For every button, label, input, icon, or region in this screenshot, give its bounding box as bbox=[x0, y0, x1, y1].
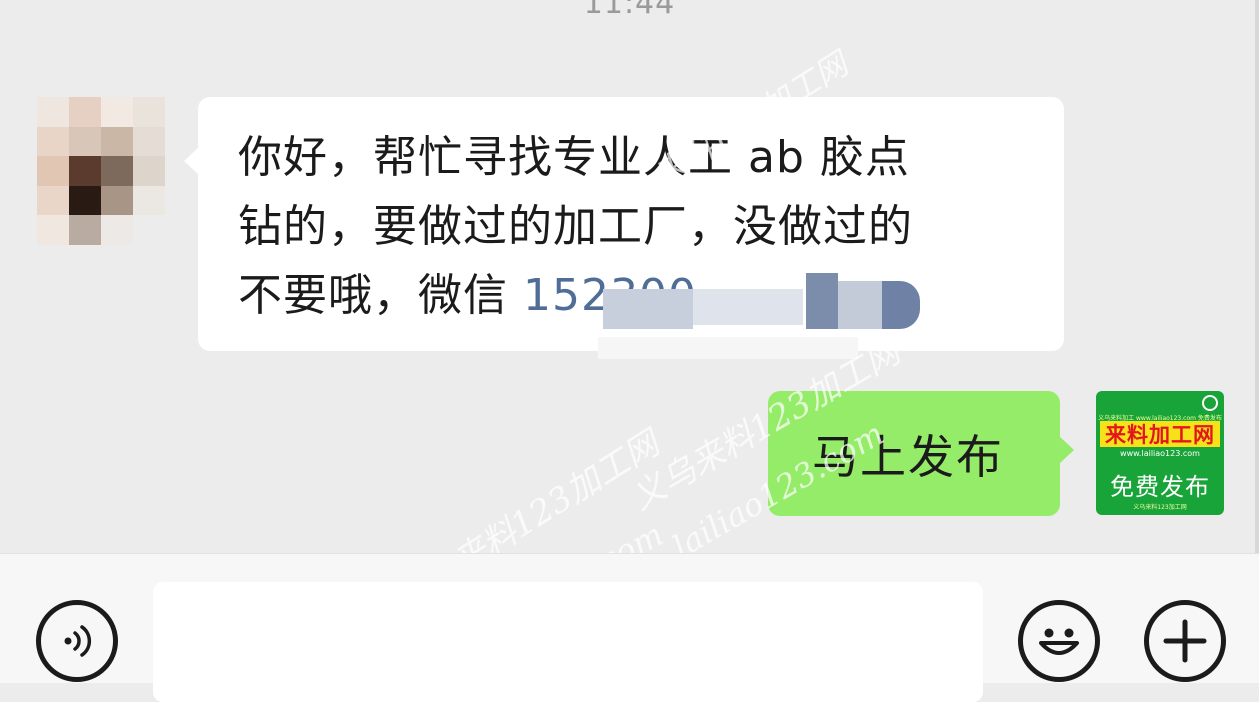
outgoing-message-text: 马上发布 bbox=[812, 429, 1004, 484]
add-button[interactable] bbox=[1144, 600, 1226, 682]
logo-cta: 免费发布 bbox=[1110, 473, 1210, 501]
voice-icon bbox=[64, 625, 92, 657]
emoji-button[interactable] bbox=[1018, 600, 1100, 682]
logo-title: 来料加工网 bbox=[1105, 422, 1215, 447]
scrollbar-edge bbox=[1255, 0, 1259, 553]
redaction-blur bbox=[693, 289, 803, 325]
message-timestamp: 11:44 bbox=[583, 0, 676, 21]
message-text: 不要哦，微信 bbox=[238, 270, 523, 321]
logo-title-band: 来料加工网 bbox=[1100, 421, 1220, 447]
emoji-icon bbox=[1039, 628, 1079, 655]
incoming-message-bubble[interactable]: 你好，帮忙寻找专业人工 ab 胶点 钻的，要做过的加工厂，没做过的 不要哦，微信… bbox=[184, 97, 1064, 359]
plus-icon bbox=[1163, 619, 1207, 663]
user-avatar[interactable]: 义乌来料加工 www.lailiao123.com 免费发布 来料加工网 www… bbox=[1096, 391, 1224, 515]
chat-input-bar bbox=[0, 553, 1259, 702]
redaction-blur bbox=[882, 281, 920, 329]
logo-small-text: 义乌来料123加工网 bbox=[1133, 504, 1187, 511]
message-input[interactable] bbox=[153, 582, 983, 702]
message-line-2: 钻的，要做过的加工厂，没做过的 bbox=[238, 201, 913, 252]
redaction-blur bbox=[598, 337, 858, 359]
redaction-blur bbox=[806, 273, 838, 329]
contact-avatar[interactable] bbox=[37, 97, 165, 245]
redaction-blur bbox=[603, 289, 693, 329]
logo-badge-icon bbox=[1202, 395, 1218, 411]
redaction-blur bbox=[838, 281, 882, 329]
logo-url: www.lailiao123.com bbox=[1120, 449, 1200, 458]
outgoing-message-bubble[interactable]: 马上发布 bbox=[768, 391, 1074, 516]
message-line-1: 你好，帮忙寻找专业人工 ab 胶点 bbox=[238, 132, 910, 183]
voice-button[interactable] bbox=[36, 600, 118, 682]
